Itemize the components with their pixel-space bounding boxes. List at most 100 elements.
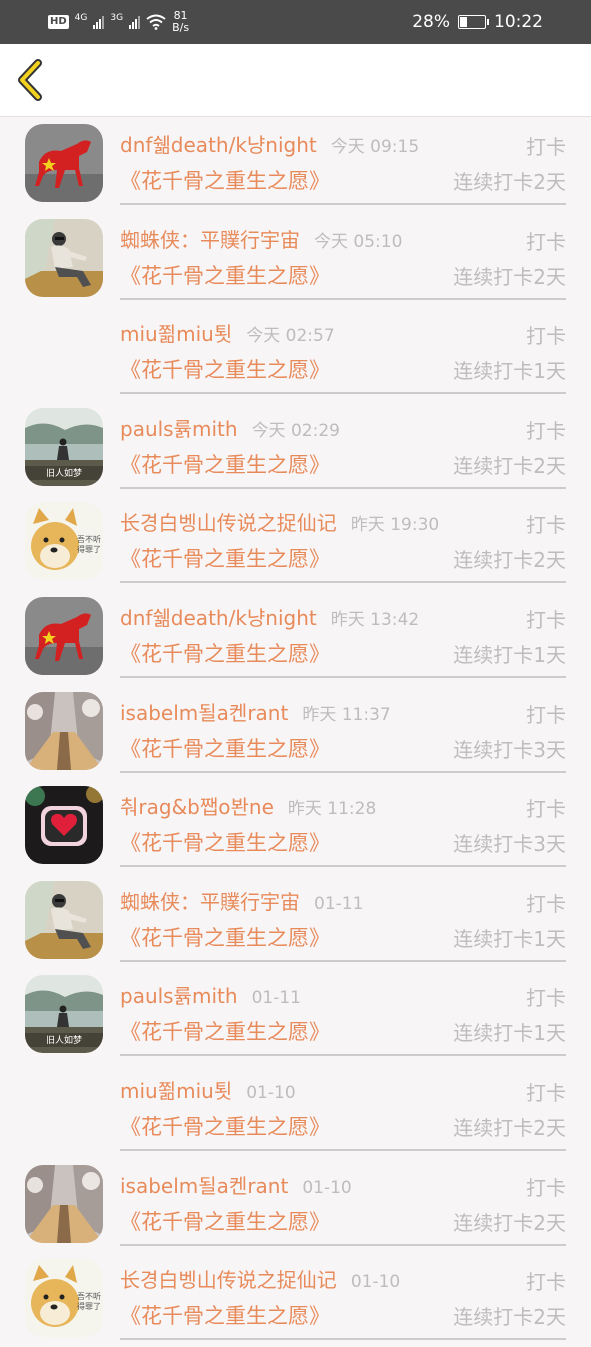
item-header: miu쬚miu툇 今天 02:57 打卡 xyxy=(120,318,566,348)
user-name[interactable]: 长경白벵山传说之捉仙记 xyxy=(120,511,337,535)
avatar[interactable] xyxy=(25,596,103,675)
checkin-label[interactable]: 打卡 xyxy=(526,888,566,917)
streak-count: 连续打卡3天 xyxy=(453,832,566,857)
list-item-5[interactable]: 吾不听 得罪了 长경白벵山传说之捉仙记 昨天 19:30 打卡 《花千骨之重生之愿… xyxy=(0,495,591,590)
book-title[interactable]: 《花千骨之重生之愿》 xyxy=(120,1115,330,1139)
user-name[interactable]: miu쬚miu툇 xyxy=(120,322,232,346)
list-item-10[interactable]: 旧人如梦 pauls륡mith 01-11 打卡 《花千骨之重生之愿》 连续打卡1… xyxy=(0,968,591,1063)
avatar[interactable]: 吾不听 得罪了 xyxy=(25,1259,103,1338)
streak-count: 连续打卡2天 xyxy=(453,170,566,194)
book-title[interactable]: 《花千骨之重生之愿》 xyxy=(120,642,330,666)
checkin-label[interactable]: 打卡 xyxy=(526,982,566,1011)
user-name[interactable]: 蜘蛛侠：平贌行宇宙 xyxy=(120,890,300,914)
svg-text:吾不听: 吾不听 xyxy=(77,535,101,544)
item-header: isabelm될a켄rant 昨天 11:37 打卡 xyxy=(120,697,566,727)
item-detail: 《花千骨之重生之愿》 连续打卡2天 xyxy=(120,1206,566,1236)
avatar[interactable]: 旧人如梦 xyxy=(25,975,103,1054)
checkin-time: 今天 09:15 xyxy=(330,137,420,157)
item-content: dnf쉚death/k냥night 今天 09:15 打卡 《花千骨之重生之愿》 … xyxy=(120,117,566,205)
avatar[interactable] xyxy=(25,1070,103,1148)
item-header: dnf쉚death/k냥night 今天 09:15 打卡 xyxy=(120,129,566,159)
book-title[interactable]: 《花千骨之重生之愿》 xyxy=(120,1020,330,1044)
user-name[interactable]: dnf쉚death/k냥night xyxy=(120,133,317,157)
checkin-time: 今天 02:57 xyxy=(246,326,335,347)
avatar[interactable] xyxy=(25,1164,103,1243)
checkin-label[interactable]: 打卡 xyxy=(526,131,566,160)
checkin-label[interactable]: 打卡 xyxy=(526,415,566,444)
checkin-label[interactable]: 打卡 xyxy=(526,320,566,349)
avatar[interactable] xyxy=(25,786,103,865)
network-speed-unit: B/s xyxy=(172,21,190,34)
book-title[interactable]: 《花千骨之重生之愿》 xyxy=(120,926,330,950)
list-item-6[interactable]: dnf쉚death/k냥night 昨天 13:42 打卡 《花千骨之重生之愿》 … xyxy=(0,590,591,685)
avatar[interactable]: 吾不听 得罪了 xyxy=(25,502,103,581)
item-content: 长경白벵山传说之捉仙记 昨天 19:30 打卡 《花千骨之重生之愿》 连续打卡2天 xyxy=(120,495,566,584)
streak-count: 连续打卡1天 xyxy=(453,359,566,384)
book-title[interactable]: 《花千骨之重生之愿》 xyxy=(120,358,330,382)
item-content: 长경白벵山传说之捉仙记 01-10 打卡 《花千骨之重生之愿》 连续打卡2天 xyxy=(120,1252,566,1341)
clock: 10:22 xyxy=(494,12,543,32)
streak-count: 连续打卡2天 xyxy=(453,1210,566,1235)
item-detail: 《花千骨之重生之愿》 连续打卡2天 xyxy=(120,260,566,290)
list-item-4[interactable]: 旧人如梦 pauls륡mith 今天 02:29 打卡 《花千骨之重生之愿》 连续… xyxy=(0,401,591,496)
book-title[interactable]: 《花千骨之重生之愿》 xyxy=(120,169,330,193)
avatar[interactable] xyxy=(25,691,103,770)
streak-count: 连续打卡1天 xyxy=(453,1021,566,1046)
list-item-7[interactable]: isabelm될a켄rant 昨天 11:37 打卡 《花千骨之重生之愿》 连续打… xyxy=(0,685,591,780)
avatar[interactable] xyxy=(25,880,103,959)
signal-icon xyxy=(93,15,105,29)
item-detail: 《花千骨之重生之愿》 连续打卡2天 xyxy=(120,165,566,195)
item-header: dnf쉚death/k냥night 昨天 13:42 打卡 xyxy=(120,602,566,632)
list-item-8[interactable]: 춰rag&b쨉o봔ne 昨天 11:28 打卡 《花千骨之重生之愿》 连续打卡3天 xyxy=(0,779,591,874)
list-item-11[interactable]: miu쬚miu툇 01-10 打卡 《花千骨之重生之愿》 连续打卡2天 xyxy=(0,1063,591,1158)
list-item-9[interactable]: 蜘蛛侠：平贌行宇宙 01-11 打卡 《花千骨之重生之愿》 连续打卡1天 xyxy=(0,874,591,969)
item-content: 蜘蛛侠：平贌行宇宙 01-11 打卡 《花千骨之重生之愿》 连续打卡1天 xyxy=(120,874,566,962)
chevron-left-icon[interactable] xyxy=(14,58,48,102)
checkin-label[interactable]: 打卡 xyxy=(526,1172,566,1201)
item-header: pauls륡mith 01-11 打卡 xyxy=(120,980,566,1010)
checkin-time: 今天 02:29 xyxy=(251,420,340,441)
user-name[interactable]: dnf쉚death/k냥night xyxy=(120,606,317,630)
user-name[interactable]: isabelm될a켄rant xyxy=(120,701,288,725)
user-name[interactable]: miu쬚miu툇 xyxy=(120,1079,232,1103)
checkin-label[interactable]: 打卡 xyxy=(526,1077,566,1106)
list-item-3[interactable]: miu쬚miu툇 今天 02:57 打卡 《花千骨之重生之愿》 连续打卡1天 xyxy=(0,306,591,401)
book-title[interactable]: 《花千骨之重生之愿》 xyxy=(120,737,330,761)
user-name[interactable]: pauls륡mith xyxy=(120,984,238,1008)
item-content: pauls륡mith 01-11 打卡 《花千骨之重生之愿》 连续打卡1天 xyxy=(120,968,566,1057)
checkin-label[interactable]: 打卡 xyxy=(526,509,566,538)
checkin-label[interactable]: 打卡 xyxy=(526,793,566,822)
avatar[interactable]: 旧人如梦 xyxy=(25,407,103,486)
item-header: 蜘蛛侠：平贌行宇宙 今天 05:10 打卡 xyxy=(120,224,566,254)
checkin-label[interactable]: 打卡 xyxy=(526,1266,566,1295)
book-title[interactable]: 《花千骨之重生之愿》 xyxy=(120,1304,330,1328)
checkin-label[interactable]: 打卡 xyxy=(526,604,566,633)
checkin-label[interactable]: 打卡 xyxy=(526,226,566,255)
book-title[interactable]: 《花千骨之重生之愿》 xyxy=(120,831,330,855)
item-header: 蜘蛛侠：平贌行宇宙 01-11 打卡 xyxy=(120,886,566,916)
checkin-time: 01-10 xyxy=(246,1082,296,1103)
avatar[interactable] xyxy=(25,218,103,297)
item-header: 长경白벵山传说之捉仙记 01-10 打卡 xyxy=(120,1264,566,1294)
svg-text:得罪了: 得罪了 xyxy=(77,1301,101,1311)
item-content: dnf쉚death/k냥night 昨天 13:42 打卡 《花千骨之重生之愿》 … xyxy=(120,590,566,678)
list-item-2[interactable]: 蜘蛛侠：平贌行宇宙 今天 05:10 打卡 《花千骨之重生之愿》 连续打卡2天 xyxy=(0,212,591,307)
wifi-icon xyxy=(146,14,166,30)
streak-count: 连续打卡2天 xyxy=(453,264,566,289)
user-name[interactable]: 长경白벵山传说之捉仙记 xyxy=(120,1268,337,1292)
user-name[interactable]: 춰rag&b쨉o봔ne xyxy=(120,795,274,819)
checkin-label[interactable]: 打卡 xyxy=(526,699,566,728)
book-title[interactable]: 《花千骨之重生之愿》 xyxy=(120,264,330,288)
list-item-12[interactable]: isabelm될a켄rant 01-10 打卡 《花千骨之重生之愿》 连续打卡2天 xyxy=(0,1158,591,1253)
avatar[interactable] xyxy=(25,313,103,391)
list-item-13[interactable]: 吾不听 得罪了 长경白벵山传说之捉仙记 01-10 打卡 《花千骨之重生之愿》 连… xyxy=(0,1252,591,1347)
user-name[interactable]: isabelm될a켄rant xyxy=(120,1174,288,1198)
list-item-1[interactable]: dnf쉚death/k냥night 今天 09:15 打卡 《花千骨之重生之愿》 … xyxy=(0,117,591,212)
avatar[interactable] xyxy=(25,124,103,202)
book-title[interactable]: 《花千骨之重生之愿》 xyxy=(120,547,330,571)
book-title[interactable]: 《花千骨之重生之愿》 xyxy=(120,1210,330,1234)
user-name[interactable]: pauls륡mith xyxy=(120,417,238,441)
user-name[interactable]: 蜘蛛侠：平贌行宇宙 xyxy=(120,228,300,252)
item-detail: 《花千骨之重生之愿》 连续打卡2天 xyxy=(120,543,566,573)
book-title[interactable]: 《花千骨之重生之愿》 xyxy=(120,453,330,477)
